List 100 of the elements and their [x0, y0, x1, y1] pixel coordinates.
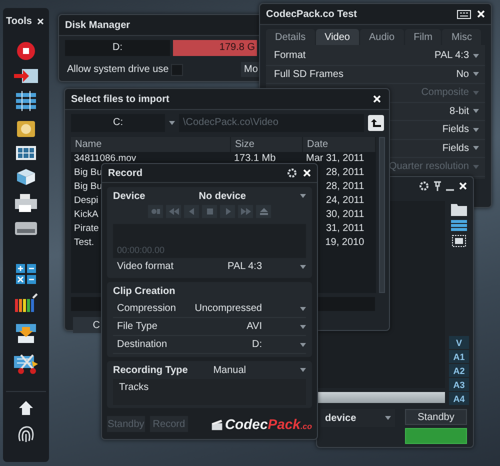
tab[interactable]: Details — [266, 29, 315, 45]
setting-label: Full SD Frames — [274, 68, 344, 80]
table-cell: 28, 2011 — [326, 181, 364, 192]
caret-icon[interactable] — [300, 342, 306, 346]
drive-field[interactable]: D: — [65, 40, 170, 56]
table-cell: 19, 2010 — [325, 237, 364, 248]
setting-value[interactable]: D: — [252, 339, 262, 350]
color-bars-icon[interactable] — [14, 293, 38, 313]
folder-icon[interactable] — [16, 118, 36, 138]
drive-dropdown[interactable]: C: — [71, 114, 165, 132]
track-toggle[interactable]: V — [449, 336, 469, 349]
caret-icon[interactable] — [300, 368, 306, 372]
timecode-display: 00:00:00.00 — [113, 224, 306, 258]
tab[interactable]: Film — [404, 29, 442, 45]
track-toggle[interactable]: A4 — [449, 392, 469, 405]
caret-icon[interactable] — [473, 72, 479, 76]
setting-value[interactable]: Fields — [442, 124, 469, 136]
caret-icon[interactable] — [300, 306, 306, 310]
section-title: Recording Type — [113, 364, 188, 376]
scrollbar[interactable] — [379, 137, 385, 293]
close-icon[interactable] — [303, 169, 311, 177]
setting-label: Video format — [117, 261, 174, 272]
home-icon[interactable] — [18, 400, 34, 416]
setting-value[interactable]: AVI — [246, 321, 262, 332]
folder-icon[interactable] — [451, 203, 467, 216]
tab[interactable]: Misc — [442, 29, 482, 45]
up-arrow-icon — [370, 118, 382, 128]
caret-icon[interactable] — [300, 264, 306, 268]
tracks-label: Tracks — [119, 382, 149, 393]
caret-icon[interactable] — [473, 54, 479, 58]
frame-icon[interactable] — [452, 235, 466, 247]
import-icon[interactable] — [13, 68, 39, 84]
setting-label: File Type — [117, 321, 158, 332]
close-icon[interactable] — [477, 10, 485, 18]
column-header[interactable]: Date — [303, 137, 376, 152]
record-icon[interactable] — [16, 41, 36, 61]
checkbox[interactable] — [170, 64, 183, 76]
table-cell: 28, 2011 — [326, 167, 364, 178]
pin-icon[interactable] — [434, 181, 441, 191]
close-icon[interactable] — [373, 95, 381, 103]
device-dropdown[interactable]: No device — [198, 190, 246, 202]
standby-button[interactable]: Standby — [405, 409, 467, 425]
tab[interactable]: Video — [316, 29, 359, 45]
dialog-button[interactable]: C — [73, 317, 101, 333]
track-toggle[interactable]: A1 — [449, 350, 469, 363]
gear-icon[interactable] — [419, 181, 429, 191]
section-title: Clip Creation — [113, 286, 176, 296]
setting-label: Compression — [117, 303, 176, 314]
gear-icon[interactable] — [287, 168, 297, 178]
recording-type-dropdown[interactable]: Manual — [213, 364, 246, 376]
setting-label: Format — [274, 50, 306, 62]
window-title: Record — [108, 168, 142, 178]
table-cell: Mar 31, 2011 — [306, 153, 364, 164]
setting-value[interactable]: PAL 4:3 — [434, 50, 469, 62]
up-folder-button[interactable] — [368, 115, 384, 131]
calculator-icon[interactable] — [16, 264, 36, 284]
list-icon[interactable] — [451, 220, 467, 231]
setting-value[interactable]: 8-bit — [450, 106, 469, 117]
scissors-icon[interactable] — [13, 353, 39, 375]
caret-icon[interactable] — [385, 416, 391, 420]
setting-value[interactable]: PAL 4:3 — [228, 261, 262, 272]
caret-icon[interactable] — [473, 146, 479, 150]
fingerprint-icon[interactable] — [17, 424, 35, 444]
download-icon[interactable] — [15, 322, 37, 344]
track-toggle[interactable]: A3 — [449, 378, 469, 391]
more-button[interactable]: Mo — [241, 62, 261, 77]
checkbox-label: Allow system drive use — [67, 64, 169, 75]
clapperboard-icon — [210, 418, 223, 430]
table-cell: Despi — [74, 195, 98, 206]
setting-value[interactable]: Uncompressed — [194, 303, 262, 314]
start-button[interactable] — [405, 428, 467, 444]
keyboard-icon[interactable] — [457, 10, 471, 18]
column-header[interactable]: Name — [71, 137, 231, 152]
column-header[interactable]: Size — [231, 137, 303, 152]
close-icon[interactable] — [459, 182, 467, 190]
caret-icon[interactable] — [300, 194, 306, 198]
eject-icon[interactable] — [256, 205, 271, 218]
track-toggle[interactable]: A2 — [449, 364, 469, 377]
caret-icon[interactable] — [473, 109, 479, 114]
table-cell: Pirate — [74, 223, 99, 234]
grid-icon[interactable] — [15, 145, 37, 161]
setting-value[interactable]: No — [456, 68, 469, 80]
setting-value[interactable]: Fields — [442, 142, 469, 154]
pin-icon[interactable] — [37, 18, 44, 25]
free-space-bar: 179.8 G — [173, 40, 257, 56]
drive-icon[interactable] — [14, 220, 38, 236]
table-cell: 34811086.mov — [74, 153, 136, 164]
panel-title: Tools — [6, 16, 32, 27]
logo: CodecPack.co — [224, 416, 312, 432]
list-icon[interactable] — [15, 91, 37, 111]
printer-icon[interactable] — [14, 193, 38, 213]
window-title: Disk Manager — [65, 20, 130, 30]
section-title: Device — [113, 190, 146, 202]
stack-icon[interactable] — [15, 168, 37, 186]
table-cell: 24, 2011 — [326, 195, 364, 206]
caret-icon[interactable] — [169, 121, 175, 125]
table-cell: Test. — [74, 237, 94, 248]
tab[interactable]: Audio — [360, 29, 404, 45]
caret-icon[interactable] — [473, 128, 479, 132]
caret-icon[interactable] — [300, 324, 306, 328]
